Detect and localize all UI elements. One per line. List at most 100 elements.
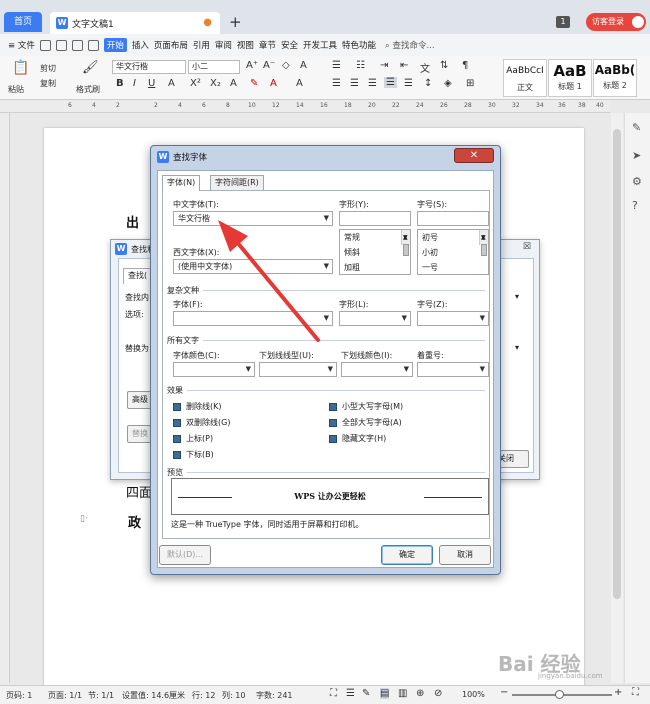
guest-login-button[interactable]: 访客登录 xyxy=(586,13,646,31)
sort-icon[interactable]: ⇅ xyxy=(440,60,448,71)
small-caps-checkbox[interactable] xyxy=(329,403,337,411)
tab-font[interactable]: 字体(N) xyxy=(162,175,201,191)
indent-icon[interactable]: ⇥ xyxy=(380,60,388,71)
show-marks-icon[interactable]: ¶ xyxy=(462,60,468,71)
menu-insert[interactable]: 插入 xyxy=(132,39,149,51)
ok-button[interactable]: 确定 xyxy=(381,545,433,565)
style-normal[interactable]: AaBbCcI 正文 xyxy=(503,59,547,97)
align-center-icon[interactable]: ☰ xyxy=(350,78,359,89)
close-icon[interactable]: ☒ xyxy=(523,242,531,252)
numbering-icon[interactable]: ☷ xyxy=(356,60,365,71)
menu-references[interactable]: 引用 xyxy=(193,39,210,51)
double-strikethrough-label[interactable]: 双删除线(G) xyxy=(186,417,230,428)
font-size-input[interactable] xyxy=(417,211,489,226)
set-default-button[interactable]: 默认(D)... xyxy=(159,545,211,565)
zoom-out-icon[interactable]: − xyxy=(500,687,508,698)
dropdown-arrow-icon[interactable]: ▾ xyxy=(515,292,519,301)
western-font-select[interactable]: (使用中文字体) ▼ xyxy=(173,259,333,274)
font-color-select[interactable]: ▼ xyxy=(173,362,255,377)
save-icon[interactable] xyxy=(39,39,51,51)
font-size-list[interactable]: 初号 小初 一号 ▲ ▼ xyxy=(417,229,489,275)
underline-icon[interactable]: U xyxy=(148,78,155,89)
menu-security[interactable]: 安全 xyxy=(281,39,298,51)
menu-section[interactable]: 章节 xyxy=(259,39,276,51)
line-spacing-icon[interactable]: ↕ xyxy=(424,78,432,89)
dropdown-arrow-icon[interactable]: ▾ xyxy=(515,343,519,352)
list-scrollbar[interactable]: ▲ ▼ xyxy=(401,230,410,256)
subscript-label[interactable]: 下标(B) xyxy=(186,449,214,460)
shrink-font-icon[interactable]: A⁻ xyxy=(263,60,275,71)
complex-size-select[interactable]: ▼ xyxy=(417,311,489,326)
superscript-icon[interactable]: X² xyxy=(190,78,201,89)
complex-style-select[interactable]: ▼ xyxy=(339,311,411,326)
highlight-icon[interactable]: ✎ xyxy=(250,78,258,89)
small-caps-label[interactable]: 小型大写字母(M) xyxy=(342,401,403,412)
window-count-badge[interactable]: 1 xyxy=(556,16,570,28)
menu-special[interactable]: 特色功能 xyxy=(342,39,376,51)
horizontal-ruler[interactable]: 6 4 2 2 4 6 8 10 12 14 16 18 20 22 24 26… xyxy=(0,100,610,113)
scroll-down-icon[interactable]: ▼ xyxy=(403,230,408,245)
bullets-icon[interactable]: ☰ xyxy=(332,60,341,71)
zoom-in-icon[interactable]: + xyxy=(614,687,622,698)
scroll-down-icon[interactable]: ▼ xyxy=(481,230,486,245)
status-column[interactable]: 列: 10 xyxy=(222,690,245,701)
status-word-count[interactable]: 字数: 241 xyxy=(256,690,293,701)
superscript-checkbox[interactable] xyxy=(173,435,181,443)
cursor-icon[interactable]: ➤ xyxy=(632,149,641,162)
strikethrough-checkbox[interactable] xyxy=(173,403,181,411)
subscript-checkbox[interactable] xyxy=(173,451,181,459)
underline-color-select[interactable]: ▼ xyxy=(341,362,413,377)
font-color-icon[interactable]: A xyxy=(270,78,277,89)
eye-care-icon[interactable]: ⊘ xyxy=(434,688,442,699)
emphasis-mark-select[interactable]: ▼ xyxy=(417,362,489,377)
distributed-icon[interactable]: ☰ xyxy=(404,78,413,89)
menu-view[interactable]: 视图 xyxy=(237,39,254,51)
pen-icon[interactable]: ✎ xyxy=(632,121,641,134)
hidden-text-label[interactable]: 隐藏文字(H) xyxy=(342,433,386,444)
grow-font-icon[interactable]: A⁺ xyxy=(246,60,258,71)
font-name-select[interactable]: 华文行楷 xyxy=(112,60,186,74)
strikethrough-label[interactable]: 删除线(K) xyxy=(186,401,222,412)
paste-icon[interactable]: 📋 xyxy=(12,60,29,76)
style-heading-2[interactable]: AaBb( 标题 2 xyxy=(593,59,637,97)
status-page[interactable]: 页码: 1 xyxy=(6,690,32,701)
font-style-list[interactable]: 常规 倾斜 加粗 ▲ ▼ xyxy=(339,229,411,275)
all-caps-label[interactable]: 全部大写字母(A) xyxy=(342,417,402,428)
reading-view-icon[interactable]: ▥ xyxy=(398,688,407,699)
subscript-icon[interactable]: X₂ xyxy=(210,78,221,89)
menu-file[interactable]: ≡ 文件 xyxy=(8,39,35,51)
text-effect-icon[interactable]: A xyxy=(230,78,237,89)
hidden-text-checkbox[interactable] xyxy=(329,435,337,443)
status-row[interactable]: 行: 12 xyxy=(192,690,215,701)
italic-icon[interactable]: I xyxy=(133,78,136,89)
close-button[interactable]: ✕ xyxy=(454,148,494,163)
help-icon[interactable]: ? xyxy=(632,199,638,212)
font-size-option[interactable]: 初号 xyxy=(418,230,488,245)
list-scrollbar[interactable]: ▲ ▼ xyxy=(479,230,488,256)
all-caps-checkbox[interactable] xyxy=(329,419,337,427)
status-section[interactable]: 节: 1/1 xyxy=(88,690,114,701)
borders-icon[interactable]: ⊞ xyxy=(466,78,474,89)
tab-document[interactable]: W 文字文稿1 ● xyxy=(50,12,220,34)
scrollbar-thumb[interactable] xyxy=(613,129,621,599)
tab-char-spacing[interactable]: 字符间距(R) xyxy=(210,175,264,190)
font-size-option[interactable]: 一号 xyxy=(418,260,488,275)
font-size-select[interactable]: 小二 xyxy=(188,60,240,74)
style-heading-1[interactable]: AaB 标题 1 xyxy=(548,59,592,97)
underline-style-select[interactable]: ▼ xyxy=(259,362,337,377)
format-painter-icon[interactable]: 🖌 xyxy=(82,60,99,75)
menu-developer[interactable]: 开发工具 xyxy=(303,39,337,51)
paragraph-handle-icon[interactable]: ▯· xyxy=(80,514,88,524)
font-style-option[interactable]: 加粗 xyxy=(340,260,410,275)
scrollbar-thumb[interactable] xyxy=(403,244,409,256)
menu-review[interactable]: 审阅 xyxy=(215,39,232,51)
outline-icon[interactable]: ☰ xyxy=(346,688,355,699)
outdent-icon[interactable]: ⇤ xyxy=(400,60,408,71)
fullscreen-icon[interactable]: ⛶ xyxy=(330,688,337,699)
status-position[interactable]: 设置值: 14.6厘米 xyxy=(122,690,185,701)
settings-sliders-icon[interactable]: ⚙ xyxy=(632,175,642,188)
tab-home[interactable]: 首页 xyxy=(4,12,42,32)
font-size-option[interactable]: 小初 xyxy=(418,245,488,260)
zoom-slider-handle[interactable] xyxy=(555,690,564,699)
redo-icon[interactable] xyxy=(87,39,99,51)
